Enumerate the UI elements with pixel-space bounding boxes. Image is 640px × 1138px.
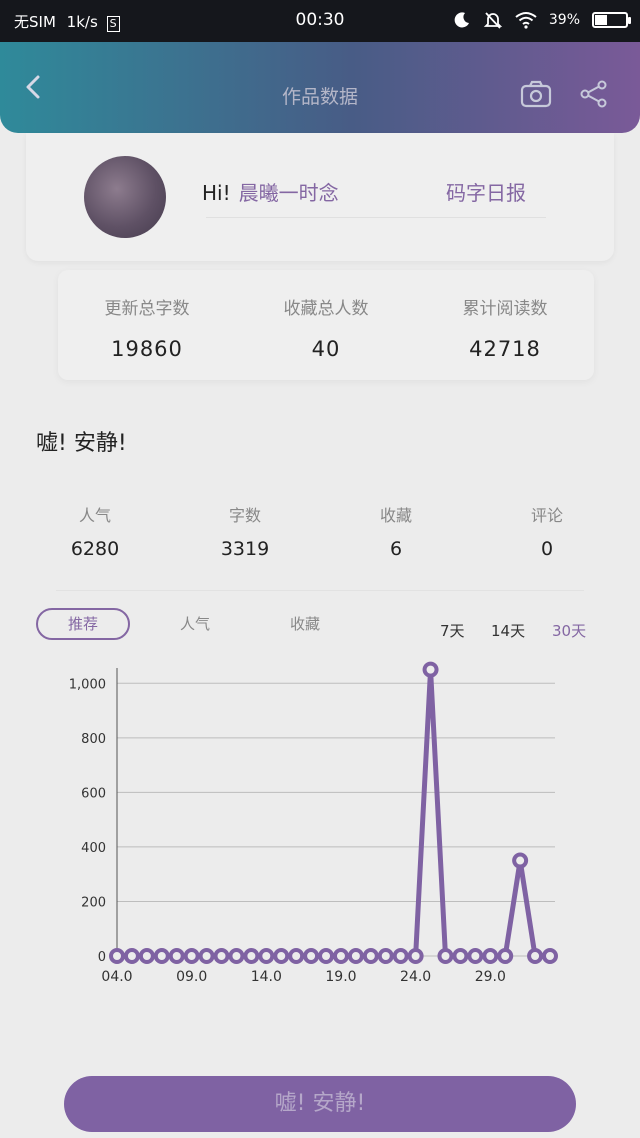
series-line	[117, 667, 550, 959]
data-point	[512, 852, 529, 869]
x-tick-label: 24.0	[400, 969, 431, 985]
profile-card: Hi! 晨曦一时念 码字日报	[26, 133, 614, 261]
data-point	[318, 948, 335, 964]
data-point	[138, 948, 155, 964]
avatar[interactable]	[84, 156, 166, 238]
data-point	[407, 948, 424, 964]
y-tick-label: 600	[81, 786, 106, 801]
popularity-stat: 人气 6280	[20, 502, 170, 560]
data-point	[303, 948, 320, 964]
comments-stat: 评论 0	[472, 502, 622, 560]
data-point	[347, 948, 364, 964]
divider	[206, 217, 546, 218]
greeting: Hi! 晨曦一时念	[202, 177, 339, 206]
total-favorites-stat: 收藏总人数 40	[237, 294, 415, 361]
data-point	[497, 948, 514, 964]
data-point	[452, 948, 469, 964]
data-point	[243, 948, 260, 964]
y-tick-label: 1,000	[69, 677, 106, 692]
stat-label: 字数	[228, 506, 261, 525]
data-point	[228, 948, 245, 964]
y-tick-label: 400	[81, 841, 106, 856]
wordcount-stat: 字数 3319	[170, 502, 320, 560]
data-point	[273, 948, 290, 964]
app-header: 作品数据	[0, 42, 640, 133]
data-point	[332, 948, 349, 964]
moon-icon	[454, 12, 469, 28]
range-7-days[interactable]: 7天	[440, 620, 465, 641]
y-tick-label: 800	[81, 732, 106, 747]
stat-value: 40	[311, 337, 341, 361]
battery-percent: 39%	[548, 12, 580, 28]
y-tick-label: 0	[98, 950, 106, 965]
stat-label: 收藏	[379, 506, 412, 525]
tab-popularity[interactable]: 人气	[180, 608, 210, 640]
data-point	[422, 661, 439, 678]
stat-label: 人气	[78, 506, 111, 525]
tab-favorites[interactable]: 收藏	[290, 608, 320, 640]
x-tick-label: 09.0	[176, 969, 207, 985]
data-point	[153, 948, 170, 964]
data-point	[288, 948, 305, 964]
divider	[56, 590, 584, 591]
data-point	[467, 948, 484, 964]
stat-value: 42718	[469, 337, 541, 361]
stat-label: 累计阅读数	[462, 299, 548, 319]
stat-value: 3319	[220, 538, 270, 560]
stat-label: 更新总字数	[104, 299, 190, 319]
data-point	[183, 948, 200, 964]
favorites-stat: 收藏 6	[321, 502, 471, 560]
total-words-stat: 更新总字数 19860	[58, 294, 236, 361]
data-point	[392, 948, 409, 964]
mute-bell-icon	[483, 12, 503, 29]
stat-label: 收藏总人数	[283, 299, 369, 319]
data-point	[527, 948, 544, 964]
stat-value: 0	[540, 538, 554, 560]
tab-recommend[interactable]: 推荐	[36, 608, 130, 640]
data-point	[213, 948, 230, 964]
stat-value: 6	[389, 538, 403, 560]
wifi-icon	[515, 12, 537, 29]
data-point	[123, 948, 140, 964]
status-bar: 无SIM 1k/s S 00:30 39%	[0, 0, 640, 42]
work-title-button[interactable]: 嘘! 安静!	[64, 1076, 576, 1132]
author-name: 晨曦一时念	[238, 181, 339, 205]
x-tick-label: 14.0	[251, 969, 282, 985]
data-point	[377, 948, 394, 964]
data-point	[109, 948, 125, 964]
y-tick-label: 200	[81, 895, 106, 910]
camera-icon[interactable]	[520, 80, 552, 108]
trend-line-chart: 0 200 400 600 800 1,000 04.0 09.0 14.0 19.0 24.0 29…	[69, 661, 558, 985]
data-point	[362, 948, 379, 964]
x-tick-label: 04.0	[101, 969, 132, 985]
totals-card: 更新总字数 19860 收藏总人数 40 累计阅读数 42718	[58, 270, 594, 380]
total-reads-stat: 累计阅读数 42718	[416, 294, 594, 361]
data-point	[168, 948, 185, 964]
data-point	[437, 948, 454, 964]
status-right: 39%	[453, 10, 631, 30]
stat-value: 19860	[111, 337, 183, 361]
daily-report-link[interactable]: 码字日报	[446, 177, 526, 206]
data-point	[198, 948, 215, 964]
stat-label: 评论	[530, 506, 563, 525]
data-point	[542, 948, 558, 964]
x-tick-label: 29.0	[475, 969, 506, 985]
data-point	[482, 948, 499, 964]
share-icon[interactable]	[580, 80, 608, 108]
greeting-hi: Hi!	[202, 181, 231, 205]
battery-fill	[595, 15, 607, 25]
range-14-days[interactable]: 14天	[491, 620, 525, 641]
x-tick-label: 19.0	[325, 969, 356, 985]
stat-value: 6280	[70, 538, 120, 560]
data-point	[258, 948, 275, 964]
battery-icon	[592, 12, 631, 28]
work-title: 嘘! 安静!	[36, 431, 127, 456]
range-30-days[interactable]: 30天	[552, 620, 586, 641]
